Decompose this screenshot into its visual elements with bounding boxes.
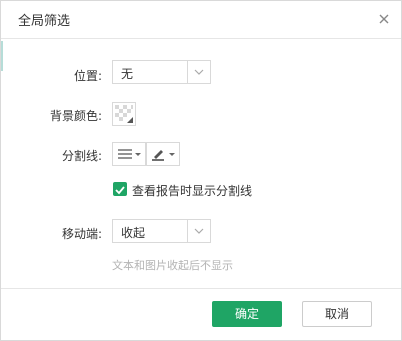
line-style-dropdown[interactable] — [112, 142, 146, 166]
mobile-label: 移动端: — [61, 227, 102, 241]
close-icon[interactable] — [377, 11, 391, 25]
mobile-hint: 文本和图片收起后不显示 — [112, 259, 233, 272]
show-divider-checkbox-label[interactable]: 查看报告时显示分割线 — [132, 182, 252, 199]
position-select[interactable]: 无 — [112, 60, 211, 84]
mobile-select[interactable]: 收起 — [112, 219, 211, 243]
cancel-button[interactable]: 取消 — [302, 301, 372, 327]
chevron-down-icon — [187, 61, 210, 83]
footer-divider — [1, 288, 401, 289]
line-style-icon — [118, 149, 141, 159]
position-label: 位置: — [73, 69, 102, 83]
divider-label: 分割线: — [61, 149, 102, 163]
line-color-dropdown[interactable] — [146, 142, 180, 166]
show-divider-checkbox[interactable] — [113, 182, 127, 196]
chevron-down-icon — [187, 220, 210, 242]
confirm-button[interactable]: 确定 — [212, 301, 282, 327]
background-color-picker[interactable] — [112, 102, 136, 126]
global-filter-dialog: 全局筛选 位置: 无 背景颜色: 分割线: 查看报告时显示分割线 移动端: 收起… — [0, 0, 402, 341]
checkmark-icon — [115, 186, 125, 195]
position-select-value: 无 — [121, 67, 134, 81]
dialog-title: 全局筛选 — [18, 14, 71, 29]
pen-icon — [152, 150, 175, 161]
background-color-label: 背景颜色: — [49, 109, 102, 123]
mobile-select-value: 收起 — [121, 226, 146, 240]
dialog-header: 全局筛选 — [1, 1, 401, 39]
transparent-swatch-icon — [115, 105, 133, 123]
background-edge-strip — [1, 41, 3, 71]
